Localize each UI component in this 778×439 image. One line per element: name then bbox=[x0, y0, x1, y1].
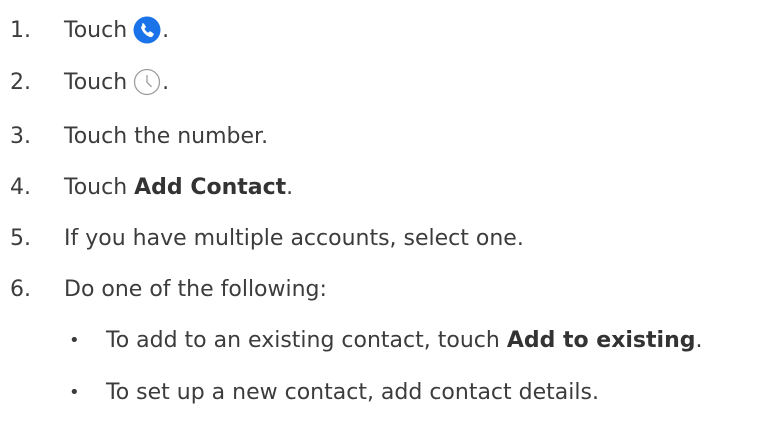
clock-icon bbox=[133, 68, 161, 96]
step-text: Touch . bbox=[64, 68, 169, 96]
step-text-before: Touch bbox=[64, 69, 128, 95]
step-number: 4. bbox=[10, 174, 31, 200]
bullet: • bbox=[69, 381, 80, 403]
step-number: 2. bbox=[10, 69, 31, 95]
step-number: 5. bbox=[10, 225, 31, 251]
sub-step-text: To add to an existing contact, touch Add… bbox=[106, 328, 703, 353]
step-text: Touch the number. bbox=[64, 123, 269, 149]
phone-icon bbox=[133, 16, 161, 44]
sub-step-text-bold: Add to existing bbox=[506, 327, 696, 353]
sub-step-text-after: . bbox=[695, 327, 703, 353]
step-text-bold: Add Contact bbox=[134, 174, 287, 200]
bullet: • bbox=[69, 329, 80, 351]
step-text-before: Touch bbox=[64, 174, 135, 200]
step-text-after: . bbox=[162, 69, 170, 95]
step-text-after: . bbox=[162, 17, 170, 43]
step-text-before: Touch bbox=[64, 17, 128, 43]
sub-step-text: To set up a new contact, add contact det… bbox=[106, 379, 599, 405]
sub-step-text-before: To add to an existing contact, touch bbox=[106, 327, 507, 353]
step-number: 3. bbox=[10, 123, 31, 149]
step-text: Do one of the following: bbox=[64, 276, 327, 302]
step-text: Touch . bbox=[64, 16, 169, 44]
step-number: 6. bbox=[10, 276, 31, 302]
step-text: Touch Add Contact . bbox=[64, 175, 293, 200]
step-number: 1. bbox=[10, 17, 31, 43]
step-text: If you have multiple accounts, select on… bbox=[64, 225, 524, 251]
step-text-after: . bbox=[286, 174, 294, 200]
